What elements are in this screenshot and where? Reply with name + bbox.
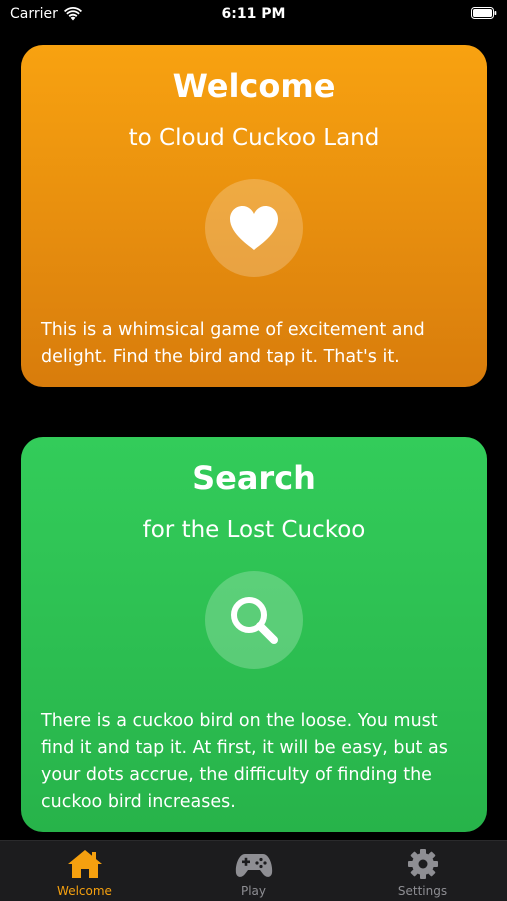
status-bar: Carrier 6:11 PM (0, 0, 507, 30)
welcome-body: This is a whimsical game of excitement a… (41, 320, 425, 367)
welcome-title: Welcome (172, 67, 336, 105)
tab-play-label: Play (240, 884, 267, 898)
tab-play[interactable]: Play (169, 841, 338, 901)
search-body: There is a cuckoo bird on the loose. You… (41, 711, 448, 812)
status-time: 6:11 PM (221, 6, 286, 22)
tab-settings[interactable]: Settings (338, 841, 507, 901)
tab-welcome-label: Welcome (57, 884, 112, 898)
tab-settings-label: Settings (397, 884, 448, 898)
house-icon (67, 850, 102, 878)
tab-welcome[interactable]: Welcome (0, 841, 169, 901)
heart-icon-circle (205, 179, 303, 277)
search-card: Search for the Lost Cuckoo There is a cu… (21, 437, 487, 832)
welcome-card: Welcome to Cloud Cuckoo Land This is a w… (21, 45, 487, 387)
search-title: Search (192, 459, 316, 497)
gamecontroller-icon (235, 854, 272, 877)
magnifying-glass-icon (231, 597, 278, 644)
magnifying-glass-icon-circle (205, 571, 303, 669)
welcome-subtitle: to Cloud Cuckoo Land (128, 125, 380, 151)
heart-icon (230, 206, 278, 250)
battery-icon (471, 7, 497, 19)
gear-icon (407, 849, 438, 879)
search-subtitle: for the Lost Cuckoo (142, 517, 366, 543)
tab-bar: Welcome Play Settings (0, 840, 507, 901)
